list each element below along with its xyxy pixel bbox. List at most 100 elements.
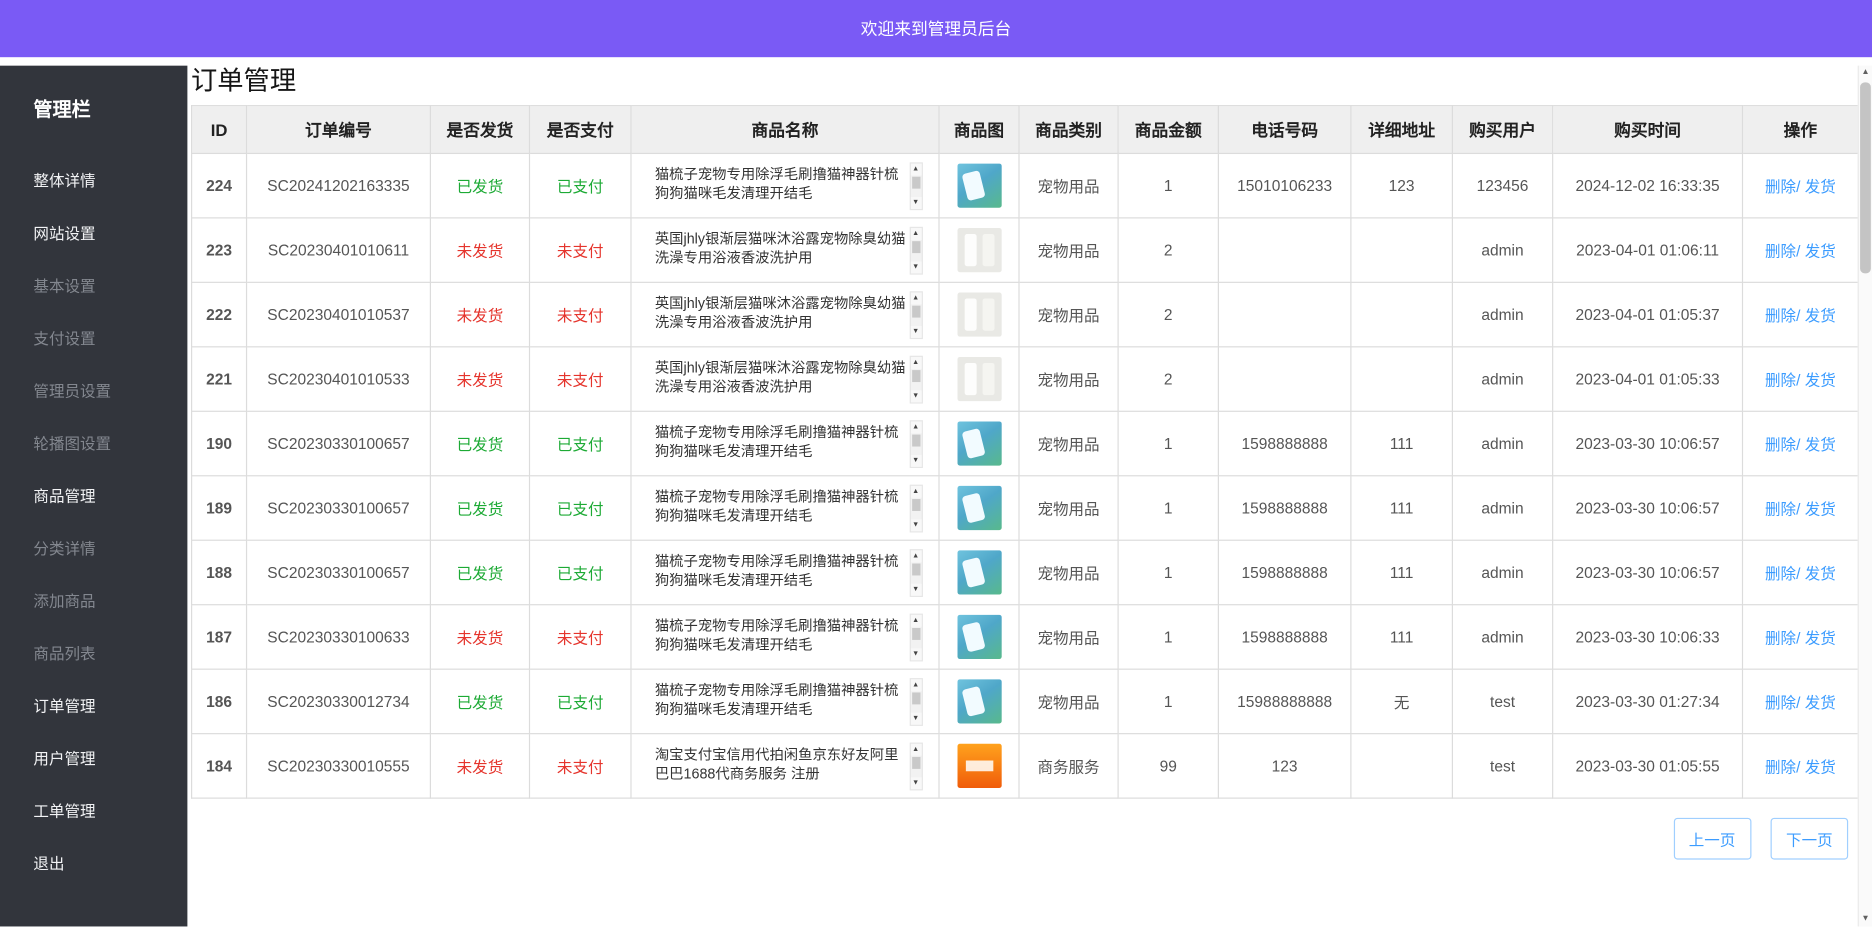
sidebar-item-14[interactable]: 退出 <box>33 841 187 894</box>
product-name-textarea[interactable]: 猫梳子宠物专用除浮毛刷撸猫神器针梳狗狗猫咪毛发清理开结毛 ▲ ▼ <box>648 162 923 210</box>
scroll-down-icon[interactable]: ▼ <box>910 583 921 595</box>
product-name-textarea[interactable]: 猫梳子宠物专用除浮毛刷撸猫神器针梳狗狗猫咪毛发清理开结毛 ▲ ▼ <box>648 420 923 468</box>
textarea-scroll-thumb[interactable] <box>912 756 920 768</box>
product-name-textarea[interactable]: 猫梳子宠物专用除浮毛刷撸猫神器针梳狗狗猫咪毛发清理开结毛 ▲ ▼ <box>648 549 923 597</box>
textarea-scroll-thumb[interactable] <box>912 498 920 510</box>
scroll-up-icon[interactable]: ▲ <box>910 292 921 304</box>
ship-link[interactable]: 发货 <box>1805 629 1836 647</box>
ship-link[interactable]: 发货 <box>1805 307 1836 325</box>
textarea-scrollbar[interactable]: ▲ ▼ <box>909 484 922 532</box>
sidebar-item-3[interactable]: 基本设置 <box>33 263 187 316</box>
sidebar-item-4[interactable]: 支付设置 <box>33 315 187 368</box>
ship-link[interactable]: 发货 <box>1805 500 1836 518</box>
ship-link[interactable]: 发货 <box>1805 436 1836 454</box>
sidebar-item-8[interactable]: 分类详情 <box>33 525 187 578</box>
prev-page-button[interactable]: 上一页 <box>1673 818 1751 860</box>
delete-link[interactable]: 删除 <box>1765 242 1796 260</box>
delete-link[interactable]: 删除 <box>1765 694 1796 712</box>
textarea-scrollbar[interactable]: ▲ ▼ <box>909 549 922 597</box>
sidebar-item-9[interactable]: 添加商品 <box>33 578 187 631</box>
ship-link[interactable]: 发货 <box>1805 178 1836 196</box>
column-header: 购买用户 <box>1452 106 1552 154</box>
sidebar-item-6[interactable]: 轮播图设置 <box>33 420 187 473</box>
orders-table: ID订单编号是否发货是否支付商品名称商品图商品类别商品金额电话号码详细地址购买用… <box>191 105 1859 799</box>
textarea-scrollbar[interactable]: ▲ ▼ <box>909 226 922 274</box>
ship-link[interactable]: 发货 <box>1805 371 1836 389</box>
product-name-textarea[interactable]: 英国jhly银渐层猫咪沐浴露宠物除臭幼猫洗澡专用浴液香波洗护用 ▲ ▼ <box>648 355 923 403</box>
textarea-scrollbar[interactable]: ▲ ▼ <box>909 355 922 403</box>
scroll-down-icon[interactable]: ▼ <box>910 390 921 402</box>
scroll-down-icon[interactable]: ▼ <box>910 325 921 337</box>
textarea-scroll-thumb[interactable] <box>912 563 920 575</box>
product-name-textarea[interactable]: 英国jhly银渐层猫咪沐浴露宠物除臭幼猫洗澡专用浴液香波洗护用 ▲ ▼ <box>648 226 923 274</box>
scroll-down-icon[interactable]: ▼ <box>910 196 921 208</box>
product-image <box>957 421 1001 465</box>
product-name-textarea[interactable]: 淘宝支付宝信用代拍闲鱼京东好友阿里巴巴1688代商务服务 注册 ▲ ▼ <box>648 742 923 790</box>
scroll-up-icon[interactable]: ▲ <box>910 550 921 562</box>
textarea-scrollbar[interactable]: ▲ ▼ <box>909 678 922 726</box>
scroll-up-icon[interactable]: ▲ <box>910 356 921 368</box>
next-page-button[interactable]: 下一页 <box>1771 818 1849 860</box>
delete-link[interactable]: 删除 <box>1765 178 1796 196</box>
sidebar-item-10[interactable]: 商品列表 <box>33 630 187 683</box>
address <box>1351 218 1452 282</box>
product-name-textarea[interactable]: 英国jhly银渐层猫咪沐浴露宠物除臭幼猫洗澡专用浴液香波洗护用 ▲ ▼ <box>648 291 923 339</box>
order-id: 187 <box>192 605 247 669</box>
delete-link[interactable]: 删除 <box>1765 758 1796 776</box>
delete-link[interactable]: 删除 <box>1765 436 1796 454</box>
scroll-up-icon[interactable]: ▲ <box>910 227 921 239</box>
sidebar-item-13[interactable]: 工单管理 <box>33 788 187 841</box>
scroll-up-icon[interactable]: ▲ <box>910 743 921 755</box>
textarea-scroll-thumb[interactable] <box>912 176 920 188</box>
scrollbar-up-icon[interactable]: ▲ <box>1859 66 1872 80</box>
scroll-down-icon[interactable]: ▼ <box>910 454 921 466</box>
ship-link[interactable]: 发货 <box>1805 242 1836 260</box>
ship-link[interactable]: 发货 <box>1805 565 1836 583</box>
product-name-textarea[interactable]: 猫梳子宠物专用除浮毛刷撸猫神器针梳狗狗猫咪毛发清理开结毛 ▲ ▼ <box>648 484 923 532</box>
scroll-down-icon[interactable]: ▼ <box>910 712 921 724</box>
phone-number: 15988888888 <box>1218 669 1351 733</box>
product-name-textarea[interactable]: 猫梳子宠物专用除浮毛刷撸猫神器针梳狗狗猫咪毛发清理开结毛 ▲ ▼ <box>648 678 923 726</box>
textarea-scrollbar[interactable]: ▲ ▼ <box>909 742 922 790</box>
scroll-down-icon[interactable]: ▼ <box>910 261 921 273</box>
scroll-up-icon[interactable]: ▲ <box>910 485 921 497</box>
ship-link[interactable]: 发货 <box>1805 694 1836 712</box>
sidebar-item-12[interactable]: 用户管理 <box>33 735 187 788</box>
delete-link[interactable]: 删除 <box>1765 307 1796 325</box>
sidebar-item-11[interactable]: 订单管理 <box>33 683 187 736</box>
purchase-time: 2023-03-30 01:05:55 <box>1553 734 1743 798</box>
delete-link[interactable]: 删除 <box>1765 565 1796 583</box>
textarea-scrollbar[interactable]: ▲ ▼ <box>909 162 922 210</box>
scroll-down-icon[interactable]: ▼ <box>910 519 921 531</box>
scroll-up-icon[interactable]: ▲ <box>910 614 921 626</box>
scrollbar-down-icon[interactable]: ▼ <box>1859 912 1872 926</box>
scroll-up-icon[interactable]: ▲ <box>910 163 921 175</box>
textarea-scroll-thumb[interactable] <box>912 370 920 382</box>
delete-link[interactable]: 删除 <box>1765 500 1796 518</box>
product-category: 宠物用品 <box>1019 347 1118 411</box>
delete-link[interactable]: 删除 <box>1765 629 1796 647</box>
scroll-down-icon[interactable]: ▼ <box>910 648 921 660</box>
textarea-scrollbar[interactable]: ▲ ▼ <box>909 291 922 339</box>
scroll-down-icon[interactable]: ▼ <box>910 777 921 789</box>
textarea-scroll-thumb[interactable] <box>912 627 920 639</box>
scroll-up-icon[interactable]: ▲ <box>910 421 921 433</box>
sidebar-item-5[interactable]: 管理员设置 <box>33 368 187 421</box>
delete-link[interactable]: 删除 <box>1765 371 1796 389</box>
scrollbar-thumb[interactable] <box>1860 82 1871 273</box>
textarea-scroll-thumb[interactable] <box>912 241 920 253</box>
top-welcome-bar: 欢迎来到管理员后台 <box>0 0 1872 57</box>
sidebar-item-2[interactable]: 网站设置 <box>33 210 187 263</box>
textarea-scroll-thumb[interactable] <box>912 692 920 704</box>
ship-link[interactable]: 发货 <box>1805 758 1836 776</box>
textarea-scrollbar[interactable]: ▲ ▼ <box>909 420 922 468</box>
sidebar-item-7[interactable]: 商品管理 <box>33 473 187 526</box>
product-name: 猫梳子宠物专用除浮毛刷撸猫神器针梳狗狗猫咪毛发清理开结毛 <box>648 549 909 597</box>
product-name-textarea[interactable]: 猫梳子宠物专用除浮毛刷撸猫神器针梳狗狗猫咪毛发清理开结毛 ▲ ▼ <box>648 613 923 661</box>
textarea-scroll-thumb[interactable] <box>912 434 920 446</box>
vertical-scrollbar[interactable]: ▲ ▼ <box>1858 66 1872 927</box>
sidebar-item-1[interactable]: 整体详情 <box>33 158 187 211</box>
scroll-up-icon[interactable]: ▲ <box>910 679 921 691</box>
textarea-scrollbar[interactable]: ▲ ▼ <box>909 613 922 661</box>
textarea-scroll-thumb[interactable] <box>912 305 920 317</box>
